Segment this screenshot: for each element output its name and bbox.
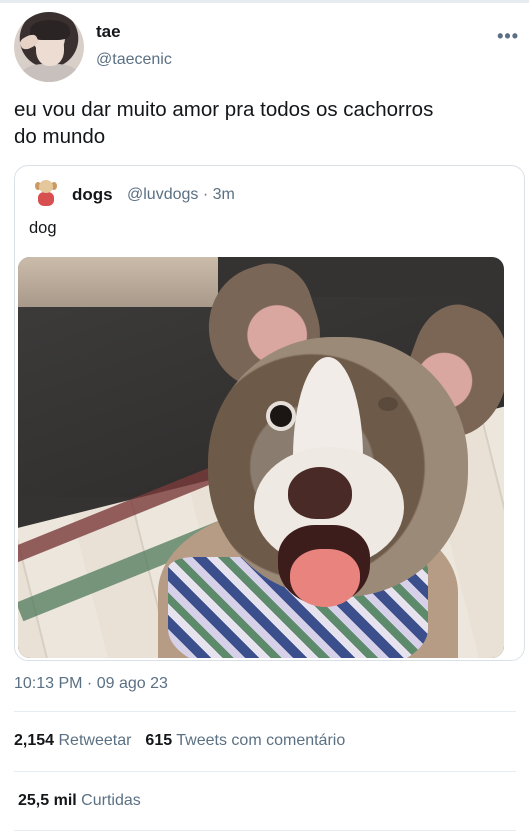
tweet-text: eu vou dar muito amor pra todos os cacho… <box>14 96 519 150</box>
likes-stat[interactable]: 25,5 mil Curtidas <box>18 792 141 810</box>
dog-avatar-body <box>38 192 54 206</box>
likes-label: Curtidas <box>81 792 141 809</box>
tweet-text-line-1: eu vou dar muito amor pra todos os cacho… <box>14 98 434 121</box>
engagement-stats: 2,154 Retweetar 615 Tweets com comentário <box>14 732 345 750</box>
dog-avatar-icon[interactable] <box>33 178 59 208</box>
author-avatar[interactable] <box>14 12 84 82</box>
retweets-stat[interactable]: 2,154 Retweetar <box>14 732 131 749</box>
dog-avatar-head <box>39 180 53 193</box>
author-display-name[interactable]: tae <box>96 22 121 42</box>
dog-eye <box>378 397 398 411</box>
dog-nose <box>288 467 352 519</box>
top-divider <box>0 0 529 3</box>
quotes-label: Tweets com comentário <box>176 732 346 749</box>
author-handle[interactable]: @taecenic <box>96 51 172 69</box>
likes-count: 25,5 mil <box>18 792 77 809</box>
quoted-handle-time: @luvdogs · 3m <box>127 186 235 203</box>
quotes-count: 615 <box>145 732 173 749</box>
tweet-header: tae @taecenic ••• <box>14 12 519 86</box>
avatar-shirt <box>22 64 78 82</box>
divider <box>14 771 516 772</box>
dog-photo[interactable] <box>18 257 504 658</box>
retweets-count: 2,154 <box>14 732 55 749</box>
more-dots-icon[interactable]: ••• <box>497 26 519 47</box>
quotes-stat[interactable]: 615 Tweets com comentário <box>145 732 345 749</box>
quoted-display-name[interactable]: dogs <box>72 185 113 205</box>
tweet-text-line-2: do mundo <box>14 125 106 148</box>
retweets-label: Retweetar <box>58 732 132 749</box>
quoted-tweet-card[interactable]: dogs @luvdogs · 3m dog <box>14 165 525 661</box>
tweet-timestamp[interactable]: 10:13 PM · 09 ago 23 <box>14 675 168 693</box>
dog-eye <box>270 405 292 427</box>
dog-tongue <box>290 549 360 607</box>
photo-wall <box>18 257 218 307</box>
divider <box>14 711 516 712</box>
quoted-tweet-text: dog <box>29 219 57 237</box>
divider <box>14 830 516 831</box>
